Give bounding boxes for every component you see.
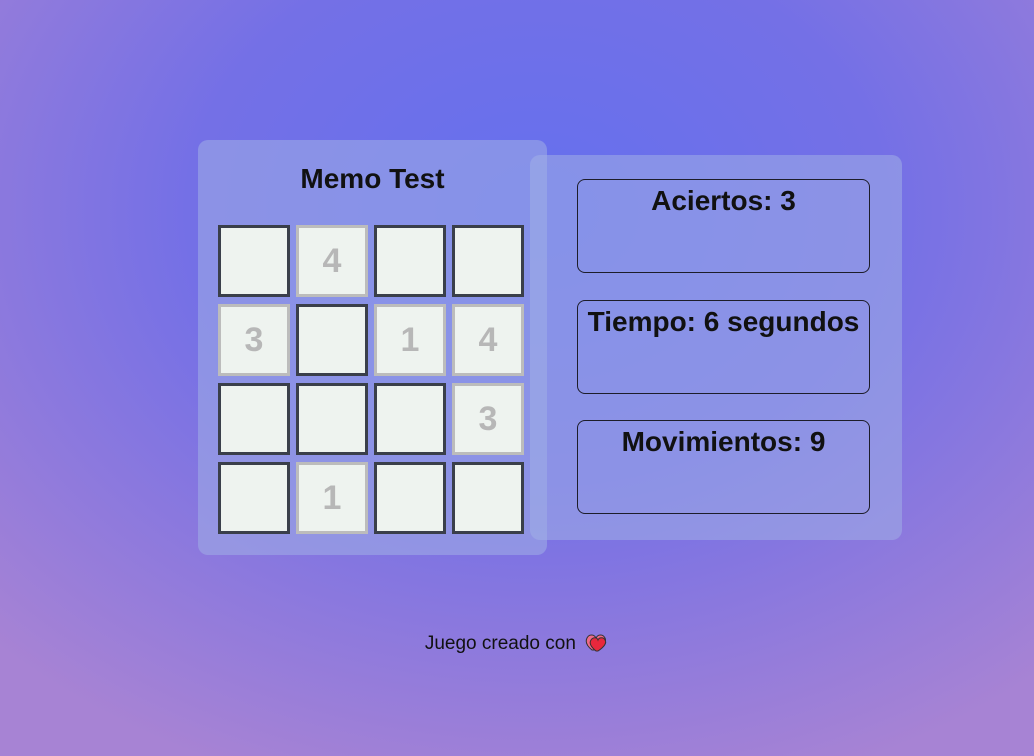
memo-tile[interactable]: 1: [296, 462, 368, 534]
memo-tile[interactable]: [374, 383, 446, 455]
memo-tile[interactable]: 4: [296, 225, 368, 297]
time-counter: Tiempo: 6 segundos: [587, 306, 860, 337]
memo-tile[interactable]: 1: [374, 304, 446, 376]
footer: Juego creado con: [0, 632, 1034, 658]
memo-tile[interactable]: 3: [452, 383, 524, 455]
memo-tile[interactable]: [374, 225, 446, 297]
memo-tile[interactable]: [452, 462, 524, 534]
hits-counter: Aciertos: 3: [651, 185, 796, 216]
memo-tile[interactable]: [218, 225, 290, 297]
memo-tile[interactable]: [374, 462, 446, 534]
footer-text: Juego creado con: [424, 633, 576, 654]
memo-tile[interactable]: 3: [218, 304, 290, 376]
moves-box: Movimientos: 9: [577, 420, 870, 514]
memo-tile[interactable]: [452, 225, 524, 297]
game-title: Memo Test: [300, 163, 445, 194]
memo-tile[interactable]: [296, 383, 368, 455]
game-board: 431431: [218, 225, 524, 534]
hits-box: Aciertos: 3: [577, 179, 870, 273]
memo-tile[interactable]: 4: [452, 304, 524, 376]
heart-icon: [585, 632, 609, 658]
memo-tile[interactable]: [218, 383, 290, 455]
game-panel: Memo Test 431431: [198, 140, 547, 555]
moves-counter: Movimientos: 9: [621, 426, 826, 457]
memo-tile[interactable]: [296, 304, 368, 376]
stats-panel: Aciertos: 3 Tiempo: 6 segundos Movimient…: [530, 155, 902, 540]
memo-tile[interactable]: [218, 462, 290, 534]
time-box: Tiempo: 6 segundos: [577, 300, 870, 394]
